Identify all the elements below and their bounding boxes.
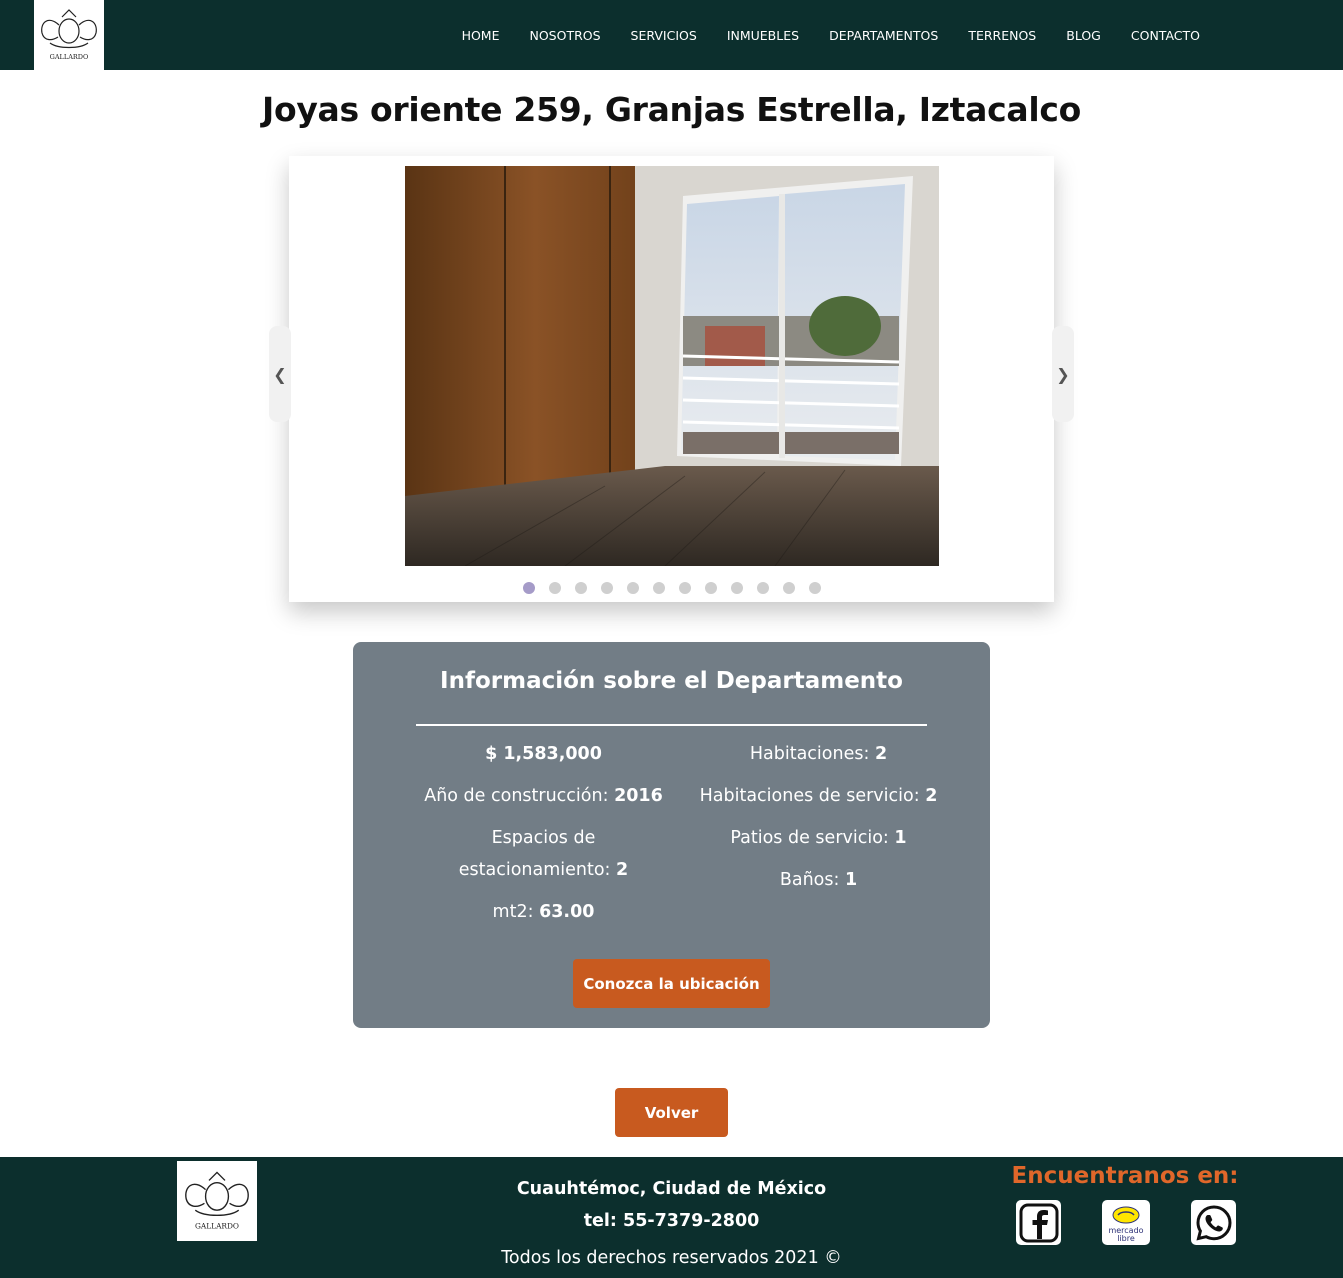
back-button[interactable]: Volver [615,1088,728,1137]
carousel-next-button[interactable]: ❯ [1052,326,1074,422]
carousel-dot[interactable] [548,582,561,594]
info-column-left: $ 1,583,000 Año de construcción: 2016 Es… [416,738,671,938]
navbar: GALLARDO HOME NOSOTROS SERVICIOS INMUEBL… [0,0,1343,70]
info-column-right: Habitaciones: 2 Habitaciones de servicio… [691,738,946,906]
location-button[interactable]: Conozca la ubicación [573,959,770,1008]
nav-servicios[interactable]: SERVICIOS [616,28,712,43]
carousel-slide-image [405,166,939,566]
crest-logo-icon: GALLARDO [41,9,97,61]
nav-terrenos[interactable]: TERRENOS [953,28,1051,43]
image-carousel: ❮ ❯ [269,156,1074,602]
whatsapp-link[interactable] [1191,1200,1236,1245]
bathrooms: Baños: 1 [779,870,858,890]
svg-text:libre: libre [1117,1234,1135,1243]
nav-home[interactable]: HOME [447,28,515,43]
nav-nosotros[interactable]: NOSOTROS [514,28,615,43]
carousel-dot[interactable] [626,582,639,594]
nav-blog[interactable]: BLOG [1051,28,1116,43]
carousel-prev-button[interactable]: ❮ [269,326,291,422]
mercadolibre-icon: mercado libre [1108,1206,1144,1243]
carousel-dot[interactable] [678,582,691,594]
footer: GALLARDO Cuauhtémoc, Ciudad de México te… [0,1157,1343,1278]
carousel-dot[interactable] [600,582,613,594]
facebook-icon [1019,1203,1058,1242]
mercadolibre-link[interactable]: mercado libre [1102,1200,1150,1245]
service-patios: Patios de servicio: 1 [730,828,907,848]
carousel-dot[interactable] [652,582,665,594]
carousel-dot[interactable] [704,582,717,594]
carousel-dot[interactable] [808,582,821,594]
copyright: Todos los derechos reservados 2021 © [501,1248,842,1268]
page-title: Joyas oriente 259, Granjas Estrella, Izt… [261,90,1081,129]
carousel-dot[interactable] [522,582,535,594]
carousel-indicators [289,582,1054,594]
main-nav: HOME NOSOTROS SERVICIOS INMUEBLES DEPART… [447,0,1215,70]
carousel-dot[interactable] [782,582,795,594]
whatsapp-icon [1195,1204,1232,1241]
svg-text:GALLARDO: GALLARDO [50,53,89,61]
social-heading: Encuentranos en: [1011,1163,1239,1189]
price: $ 1,583,000 [485,744,602,764]
chevron-left-icon: ❮ [273,364,287,384]
facebook-link[interactable] [1016,1200,1061,1245]
rooms: Habitaciones: 2 [749,744,888,764]
parking-spaces: Espacios de estacionamiento: 2 [458,828,629,880]
logo[interactable]: GALLARDO [34,0,104,70]
nav-contacto[interactable]: CONTACTO [1116,28,1215,43]
nav-departamentos[interactable]: DEPARTAMENTOS [814,28,953,43]
chevron-right-icon: ❯ [1056,364,1070,384]
carousel-dot[interactable] [756,582,769,594]
carousel-dot[interactable] [574,582,587,594]
area: mt2: 63.00 [492,902,595,922]
service-rooms: Habitaciones de servicio: 2 [699,786,938,806]
info-title: Información sobre el Departamento [440,668,903,694]
carousel-dot[interactable] [730,582,743,594]
divider [416,724,927,726]
construction-year: Año de construcción: 2016 [424,786,663,806]
nav-inmuebles[interactable]: INMUEBLES [712,28,814,43]
property-info-panel: Información sobre el Departamento $ 1,58… [353,642,990,1028]
